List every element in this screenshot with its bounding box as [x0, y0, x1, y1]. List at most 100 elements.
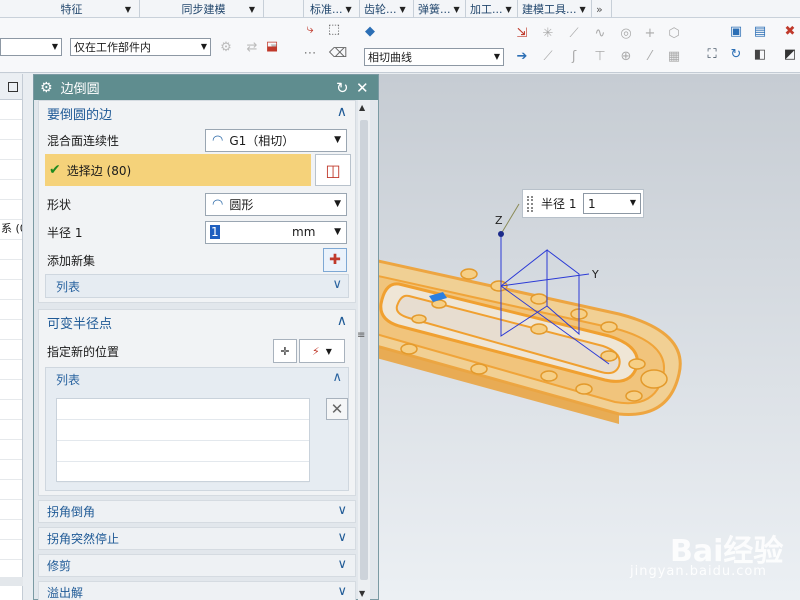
plus-snap-icon[interactable]: +: [642, 25, 658, 41]
navigator-row[interactable]: [0, 400, 22, 420]
navigator-row[interactable]: [0, 460, 22, 480]
navigator-row[interactable]: [0, 480, 22, 500]
chevron-down-icon[interactable]: ∨: [332, 277, 342, 292]
list-header[interactable]: 列表 ∨: [46, 275, 348, 297]
chevron-up-icon[interactable]: ∧: [337, 104, 347, 120]
navigator-row[interactable]: [0, 160, 22, 180]
rectangle-select-icon[interactable]: ⬚: [326, 21, 342, 37]
add-new-set-button[interactable]: ✚: [323, 248, 347, 272]
face-snap-icon[interactable]: ⬡: [666, 25, 682, 41]
chevron-down-icon[interactable]: ▼: [346, 5, 352, 14]
reset-icon[interactable]: ↻: [336, 79, 349, 97]
gear-icon[interactable]: ⚙: [40, 80, 53, 96]
ribbon-group-spring[interactable]: 弹簧... ▼: [414, 0, 466, 18]
chevron-down-icon[interactable]: ▼: [506, 5, 512, 14]
chevron-down-icon[interactable]: ∨: [337, 584, 347, 599]
shape-dropdown[interactable]: ◠ 圆形 ▼: [205, 192, 347, 216]
collapsed-section[interactable]: 拐角突然停止 ∨: [38, 527, 356, 550]
chevron-down-icon[interactable]: ▼: [334, 227, 341, 237]
line-icon[interactable]: ⟋: [540, 48, 556, 64]
navigator-row[interactable]: 系 (0): [0, 220, 22, 240]
chevron-down-icon[interactable]: ∨: [337, 530, 347, 545]
list-row[interactable]: [57, 462, 309, 483]
intent-icon[interactable]: ⇲: [514, 25, 530, 41]
navigator-row[interactable]: [0, 280, 22, 300]
cube-icon[interactable]: ◆: [362, 23, 378, 39]
point-snap-icon[interactable]: ✳: [540, 25, 556, 41]
orient-icon[interactable]: ◩: [782, 46, 798, 62]
circle-snap-icon[interactable]: ◎: [618, 25, 634, 41]
type-filter-dropdown[interactable]: ▼: [0, 38, 62, 56]
navigator-row[interactable]: [0, 500, 22, 520]
point-type-dropdown[interactable]: ⚡ ▼: [299, 339, 345, 363]
ribbon-group-machining[interactable]: 加工... ▼: [466, 0, 518, 18]
select-edges-button[interactable]: ◫: [315, 154, 351, 186]
ribbon-group-standard[interactable]: 标准... ▼: [306, 0, 360, 18]
list-row[interactable]: [57, 399, 309, 420]
ribbon-group-modeling-tools[interactable]: 建模工具... ▼: [518, 0, 592, 18]
grid-icon[interactable]: ▦: [666, 48, 682, 64]
ribbon-more-button[interactable]: »: [592, 0, 612, 18]
collapsed-section[interactable]: 拐角倒角 ∨: [38, 500, 356, 523]
panel-splitter[interactable]: ≡: [357, 330, 365, 341]
navigator-row[interactable]: [0, 340, 22, 360]
maximize-icon[interactable]: [8, 81, 18, 92]
chevron-down-icon[interactable]: ▼: [400, 5, 406, 14]
line-snap-icon[interactable]: ⟋: [566, 25, 582, 41]
chevron-up-icon[interactable]: ∧: [337, 313, 347, 329]
horizontal-scrollbar[interactable]: [0, 577, 23, 586]
section-header[interactable]: 要倒圆的边 ∧: [39, 101, 355, 126]
curve-rule-dropdown[interactable]: 相切曲线 ▼: [364, 48, 504, 66]
intersect-icon[interactable]: ⊤: [592, 48, 608, 64]
continuity-dropdown[interactable]: ◠ G1（相切） ▼: [205, 128, 347, 152]
chevron-down-icon[interactable]: ▼: [125, 5, 131, 14]
select-edges-icon[interactable]: ⬓: [264, 38, 280, 54]
collapsed-section[interactable]: 修剪 ∨: [38, 554, 356, 577]
window-icon[interactable]: ▣: [728, 23, 744, 39]
chevron-up-icon[interactable]: ∧: [332, 370, 342, 385]
delete-point-button[interactable]: ✕: [326, 398, 348, 420]
navigator-row[interactable]: [0, 260, 22, 280]
list-row[interactable]: [57, 441, 309, 462]
scroll-down-icon[interactable]: ▼: [359, 589, 365, 598]
feature-select-icon[interactable]: ⋯: [302, 45, 318, 61]
layout-icon[interactable]: ▤: [752, 23, 768, 39]
navigator-row[interactable]: [0, 540, 22, 560]
quadrant-icon[interactable]: ⊕: [618, 48, 634, 64]
navigator-row[interactable]: [0, 100, 22, 120]
select-edges-field[interactable]: ✔ 选择边 (80): [45, 154, 311, 186]
dialog-title-bar[interactable]: ⚙ 边倒圆 ↻ ✕: [34, 75, 378, 100]
points-list[interactable]: [56, 398, 310, 483]
chevron-down-icon[interactable]: ∨: [337, 503, 347, 518]
slash-icon[interactable]: ⁄: [642, 48, 658, 64]
radius-input[interactable]: 1 mm ▼: [205, 220, 347, 244]
scroll-thumb[interactable]: [360, 120, 368, 580]
navigator-row[interactable]: [0, 200, 22, 220]
snap-icon[interactable]: ⚙: [218, 39, 234, 55]
chevron-down-icon[interactable]: ∨: [337, 557, 347, 572]
navigator-row[interactable]: [0, 420, 22, 440]
close-icon[interactable]: ✕: [356, 79, 369, 97]
dialog-scrollbar[interactable]: ▲ ▼: [358, 100, 370, 600]
navigator-row[interactable]: [0, 140, 22, 160]
close-view-icon[interactable]: ✖: [782, 23, 798, 39]
eraser-icon[interactable]: ⌫: [329, 45, 347, 61]
navigator-row[interactable]: [0, 440, 22, 460]
navigator-row[interactable]: [0, 240, 22, 260]
scroll-up-icon[interactable]: ▲: [359, 103, 365, 112]
section-header[interactable]: 可变半径点 ∧: [39, 310, 355, 335]
navigator-row[interactable]: [0, 320, 22, 340]
chevron-down-icon[interactable]: ▼: [249, 5, 255, 14]
list-row[interactable]: [57, 420, 309, 441]
navigator-row[interactable]: [0, 360, 22, 380]
rotate-icon[interactable]: ↻: [728, 46, 744, 62]
navigator-row[interactable]: [0, 300, 22, 320]
fit-view-icon[interactable]: ⛶: [704, 46, 720, 62]
curve-select-icon[interactable]: ⤷: [302, 21, 318, 37]
arrow-right-icon[interactable]: ➔: [514, 48, 530, 64]
navigator-row[interactable]: [0, 120, 22, 140]
z-axis-handle[interactable]: [498, 231, 504, 237]
chevron-down-icon[interactable]: ▼: [454, 5, 460, 14]
point-dialog-button[interactable]: ✛: [273, 339, 297, 363]
ribbon-group-gear[interactable]: 齿轮... ▼: [360, 0, 414, 18]
